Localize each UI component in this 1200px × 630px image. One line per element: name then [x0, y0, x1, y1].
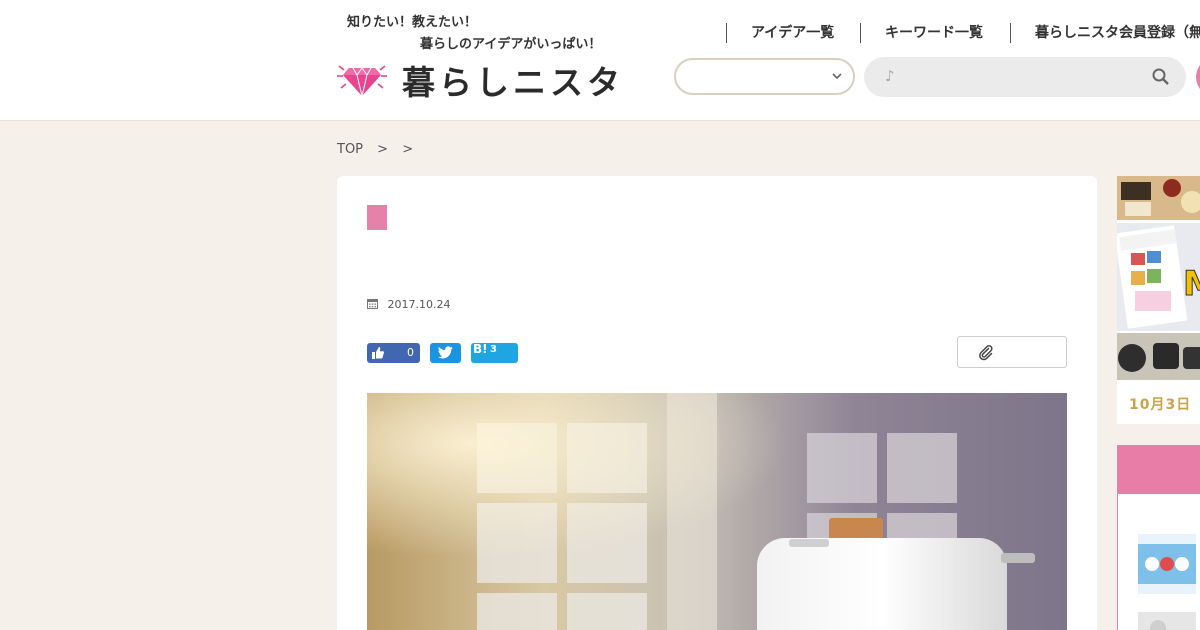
ranking-thumbnail[interactable] — [1138, 612, 1196, 630]
banner-image-magazine: M — [1117, 223, 1200, 331]
site-logo-text[interactable]: 暮らしニスタ — [402, 56, 624, 104]
search-placeholder: ♪ — [885, 67, 895, 85]
post-date-text: 2017.10.24 — [387, 298, 451, 311]
tagline-line1: 知りたい！教えたい！ — [347, 15, 478, 30]
article-hero-image — [367, 393, 1067, 630]
ranking-header-bar — [1118, 446, 1200, 494]
breadcrumb-separator: > — [402, 142, 414, 157]
sidebar-banner[interactable]: M 10月3日 — [1117, 176, 1200, 424]
post-date: 2017.10.24 — [367, 298, 450, 311]
facebook-like-button[interactable]: 0 — [367, 343, 420, 363]
search-input[interactable]: ♪ — [864, 57, 1186, 97]
thumbs-up-icon — [372, 347, 384, 359]
article-card: 2017.10.24 0 B! 3 — [337, 176, 1097, 630]
nav-member-register[interactable]: 暮らしニスタ会員登録（無 — [1010, 23, 1200, 43]
sidebar-date-label: 10月3日 — [1129, 397, 1192, 413]
diamond-logo-icon[interactable] — [335, 62, 389, 98]
sidebar-ranking-panel — [1117, 445, 1200, 630]
site-header: 知りたい！教えたい！ 暮らしのアイデアがいっぱい！ 暮らしニスタ アイデア一覧 … — [0, 0, 1200, 121]
search-icon[interactable] — [1151, 67, 1171, 87]
category-tag-marker — [367, 205, 387, 230]
banner-image-pans — [1117, 333, 1200, 380]
calendar-icon — [367, 299, 378, 309]
nav-keyword-list[interactable]: キーワード一覧 — [860, 23, 983, 43]
banner-image-food — [1117, 176, 1200, 220]
user-avatar-button[interactable] — [1196, 57, 1200, 97]
clip-button[interactable] — [957, 336, 1067, 368]
chevron-down-icon — [832, 73, 842, 80]
breadcrumb-top-link[interactable]: TOP — [337, 142, 363, 157]
twitter-share-button[interactable] — [430, 343, 461, 363]
ranking-thumbnail[interactable] — [1138, 534, 1196, 594]
hatena-logo: B! — [473, 342, 488, 356]
breadcrumb-separator: > — [377, 142, 389, 157]
hatena-bookmark-button[interactable]: B! 3 — [471, 342, 518, 363]
tagline-line2: 暮らしのアイデアがいっぱい！ — [420, 37, 602, 52]
hatena-count: 3 — [490, 344, 497, 355]
twitter-bird-icon — [438, 346, 453, 359]
category-select[interactable] — [674, 58, 855, 95]
paperclip-icon — [979, 345, 993, 361]
svg-text:M: M — [1183, 264, 1200, 304]
breadcrumb: TOP > > — [337, 142, 423, 157]
nav-idea-list[interactable]: アイデア一覧 — [726, 23, 834, 43]
like-count: 0 — [407, 346, 414, 359]
